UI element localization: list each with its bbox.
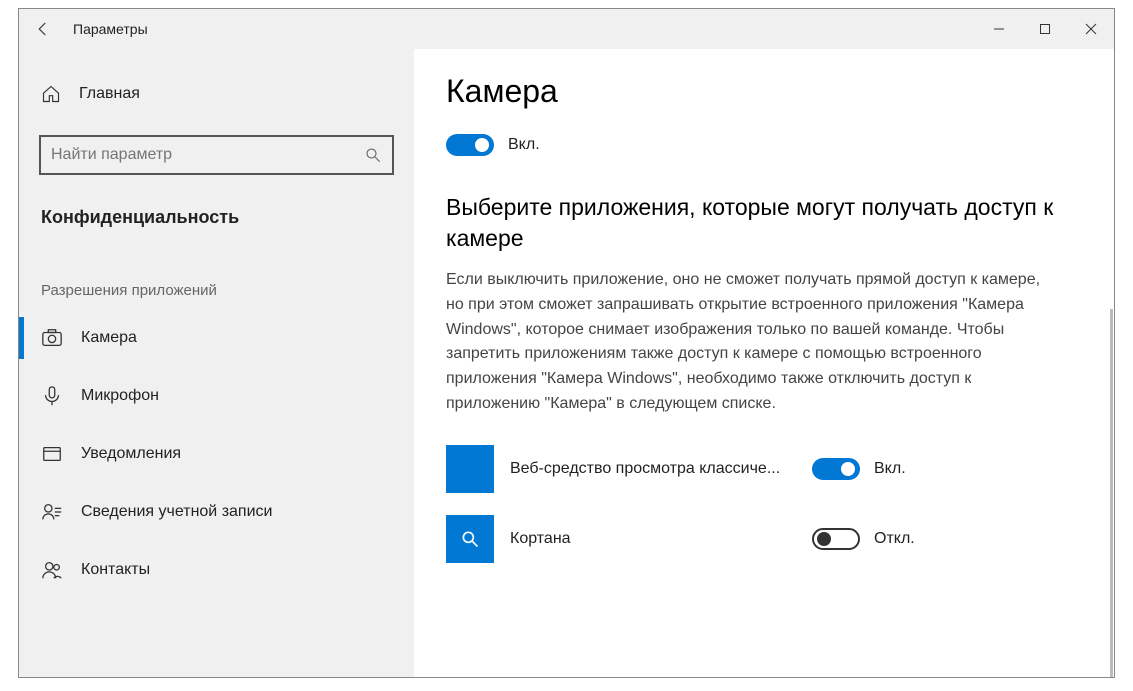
master-toggle-state: Вкл. bbox=[508, 136, 540, 154]
notifications-icon bbox=[41, 443, 63, 465]
camera-icon bbox=[41, 327, 63, 349]
titlebar: Параметры bbox=[19, 9, 1114, 49]
cortana-search-icon bbox=[460, 529, 480, 549]
sidebar-item-label: Сведения учетной записи bbox=[81, 503, 272, 521]
page-title: Камера bbox=[446, 73, 1074, 110]
account-info-icon bbox=[41, 501, 63, 523]
close-icon bbox=[1085, 23, 1097, 35]
sidebar-item-account-info[interactable]: Сведения учетной записи bbox=[19, 483, 414, 541]
search-input[interactable] bbox=[51, 146, 364, 164]
home-nav[interactable]: Главная bbox=[19, 69, 414, 119]
minimize-button[interactable] bbox=[976, 9, 1022, 49]
content-area: Камера Вкл. Выберите приложения, которые… bbox=[414, 49, 1114, 677]
back-button[interactable] bbox=[19, 9, 67, 49]
app-toggle-cortana[interactable] bbox=[812, 528, 860, 550]
home-label: Главная bbox=[79, 85, 140, 103]
sidebar-item-label: Камера bbox=[81, 329, 137, 347]
app-name: Кортана bbox=[508, 530, 798, 548]
app-icon-cortana bbox=[446, 515, 494, 563]
app-row-cortana: Кортана Откл. bbox=[446, 511, 1074, 567]
window-title: Параметры bbox=[67, 21, 148, 37]
app-toggle-web-viewer[interactable] bbox=[812, 458, 860, 480]
app-name: Веб-средство просмотра классиче... bbox=[508, 460, 798, 478]
sidebar-item-label: Контакты bbox=[81, 561, 150, 579]
search-box[interactable] bbox=[39, 135, 394, 175]
sidebar: Главная Конфиденциальность Разрешения пр… bbox=[19, 49, 414, 677]
search-icon bbox=[364, 146, 382, 164]
window-body: Главная Конфиденциальность Разрешения пр… bbox=[19, 49, 1114, 677]
sidebar-item-label: Микрофон bbox=[81, 387, 159, 405]
contacts-icon bbox=[41, 559, 63, 581]
master-toggle-row: Вкл. bbox=[446, 134, 1074, 156]
master-toggle[interactable] bbox=[446, 134, 494, 156]
minimize-icon bbox=[993, 23, 1005, 35]
sidebar-item-label: Уведомления bbox=[81, 445, 181, 463]
maximize-icon bbox=[1039, 23, 1051, 35]
window-controls bbox=[976, 9, 1114, 49]
settings-window: Параметры Главная Конфиденциальность bbox=[18, 8, 1115, 678]
sidebar-item-notifications[interactable]: Уведомления bbox=[19, 425, 414, 483]
home-icon bbox=[41, 84, 61, 104]
scrollbar[interactable] bbox=[1110, 309, 1113, 677]
app-icon-web-viewer bbox=[446, 445, 494, 493]
apps-subheading: Выберите приложения, которые могут получ… bbox=[446, 192, 1074, 254]
section-privacy: Конфиденциальность bbox=[19, 193, 414, 242]
sidebar-item-camera[interactable]: Камера bbox=[19, 309, 414, 367]
close-button[interactable] bbox=[1068, 9, 1114, 49]
sidebar-item-microphone[interactable]: Микрофон bbox=[19, 367, 414, 425]
microphone-icon bbox=[41, 385, 63, 407]
app-toggle-state: Вкл. bbox=[874, 460, 906, 478]
app-toggle-state: Откл. bbox=[874, 530, 915, 548]
sidebar-item-contacts[interactable]: Контакты bbox=[19, 541, 414, 599]
arrow-left-icon bbox=[34, 20, 52, 38]
maximize-button[interactable] bbox=[1022, 9, 1068, 49]
apps-description: Если выключить приложение, оно не сможет… bbox=[446, 268, 1046, 417]
subsection-app-permissions: Разрешения приложений bbox=[19, 242, 414, 309]
app-row-web-viewer: Веб-средство просмотра классиче... Вкл. bbox=[446, 441, 1074, 497]
